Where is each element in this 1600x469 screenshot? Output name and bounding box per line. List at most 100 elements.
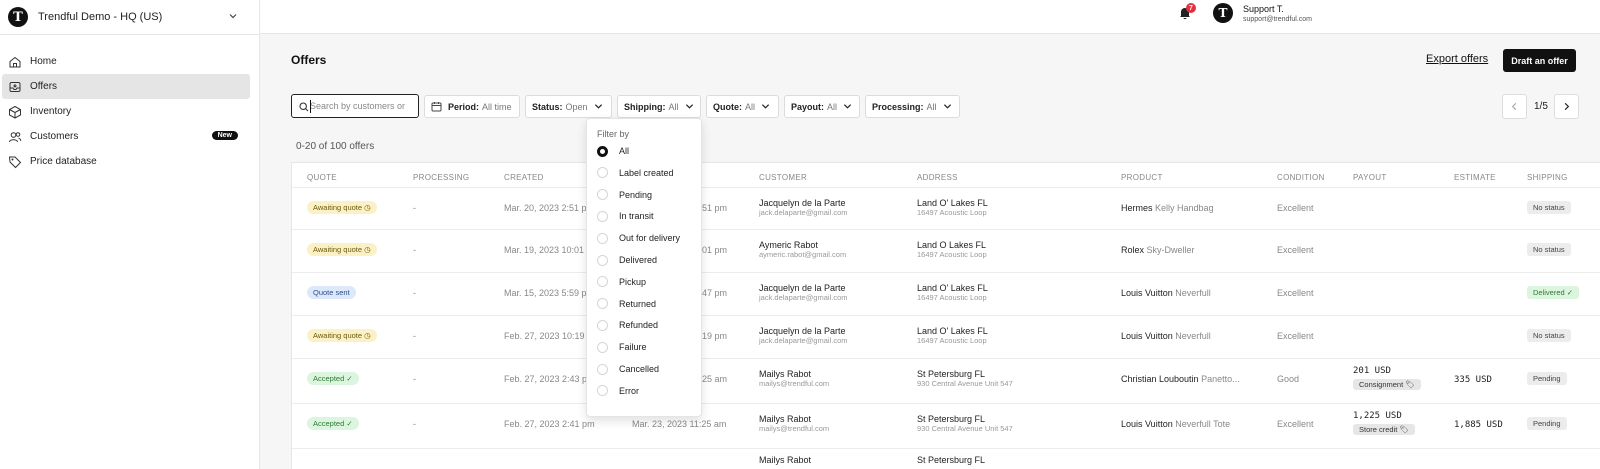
payout-amount: 201 USD (1353, 366, 1391, 376)
column-header[interactable]: ESTIMATE (1454, 173, 1496, 182)
sidebar-item-label: Customers (30, 131, 79, 142)
avatar[interactable]: T (1213, 3, 1233, 23)
export-offers-link[interactable]: Export offers (1426, 53, 1488, 65)
column-header[interactable]: QUOTE (307, 173, 337, 182)
sidebar-item-price-database[interactable]: Price database (2, 149, 250, 174)
dropdown-option[interactable]: Out for delivery (597, 231, 680, 245)
dropdown-option[interactable]: Delivered (597, 253, 657, 267)
filter-value: All (827, 101, 838, 112)
product-model: Neverfull (1175, 331, 1211, 341)
customer-name[interactable]: Mailys Rabot (759, 369, 829, 379)
column-header[interactable]: ADDRESS (917, 173, 958, 182)
chevron-down-icon (229, 14, 237, 19)
sidebar-item-label: Home (30, 56, 57, 67)
radio-button[interactable] (597, 167, 608, 179)
sidebar-item-offers[interactable]: Offers (2, 74, 250, 99)
radio-button[interactable] (597, 319, 608, 331)
payout-filter[interactable]: Payout: All (784, 95, 860, 118)
dropdown-option[interactable]: Pickup (597, 275, 646, 289)
sidebar-item-home[interactable]: Home (2, 49, 250, 74)
processing-filter[interactable]: Processing: All (865, 95, 960, 118)
dropdown-option[interactable]: Label created (597, 166, 674, 180)
customer-name[interactable]: Aymeric Rabot (759, 240, 846, 250)
table-row[interactable]: Quote sent - Mar. 15, 2023 5:59 p 47 pm Jacq… (292, 272, 1600, 316)
customer-name[interactable]: Mailys Rabot (759, 414, 829, 424)
workspace-logo: T (8, 7, 28, 27)
shipping-status-badge: Pending (1527, 372, 1567, 385)
shipping-filter[interactable]: Shipping: All (617, 95, 701, 118)
option-label: Pending (619, 189, 653, 200)
option-label: Refunded (619, 320, 659, 331)
table-row[interactable]: Awaiting quote ◷ - Mar. 20, 2023 2:51 p 51 … (292, 187, 1600, 231)
search-input[interactable] (310, 101, 418, 111)
dropdown-option[interactable]: Pending (597, 188, 652, 202)
quote-filter[interactable]: Quote: All (706, 95, 779, 118)
column-header[interactable]: PRODUCT (1121, 173, 1163, 182)
table-row[interactable]: Accepted ✓ - Feb. 27, 2023 2:43 p 25 am Mail… (292, 358, 1600, 402)
radio-button[interactable] (597, 210, 608, 222)
filter-label: Period: (448, 101, 480, 112)
period-filter[interactable]: Period: All time (424, 95, 520, 118)
radio-button[interactable] (597, 276, 608, 288)
dropdown-option[interactable]: All (597, 144, 629, 158)
chevron-down-icon (594, 104, 602, 109)
results-count: 0-20 of 100 offers (296, 141, 375, 152)
quote-status-badge: Accepted ✓ (307, 372, 359, 385)
product-model: Sky-Dweller (1146, 245, 1195, 255)
option-label: Label created (619, 167, 674, 178)
updated-date: 47 pm (702, 288, 728, 298)
customer-name[interactable]: Mailys Rabot (759, 455, 811, 465)
previous-page-button[interactable] (1502, 94, 1527, 119)
home-icon (9, 56, 21, 67)
table-row[interactable]: Accepted ✓ - Feb. 27, 2023 2:41 pm Mar. 23,… (292, 403, 1600, 447)
option-label: In transit (619, 211, 654, 222)
workspace-name: Trendful Demo - HQ (US) (38, 11, 163, 23)
customer-name[interactable]: Jacquelyn de la Parte (759, 198, 847, 208)
column-header[interactable]: CUSTOMER (759, 173, 807, 182)
radio-button[interactable] (597, 145, 608, 157)
column-header[interactable]: PROCESSING (413, 173, 469, 182)
customer-email: jack.delaparte@gmail.com (759, 293, 848, 302)
processing-value: - (413, 419, 416, 429)
status-filter[interactable]: Status: Open (525, 95, 612, 118)
dropdown-option[interactable]: Error (597, 384, 639, 398)
sidebar-nav: Home Offers Inventory Customers New Pric… (2, 49, 250, 174)
estimate-amount: 1,885 USD (1454, 420, 1503, 430)
quote-status-badge: Accepted ✓ (307, 417, 359, 430)
dropdown-option[interactable]: Returned (597, 297, 656, 311)
product-brand: Louis Vuitton (1121, 419, 1173, 429)
radio-button[interactable] (597, 363, 608, 375)
radio-button[interactable] (597, 298, 608, 310)
address-street: 16497 Acoustic Loop (917, 208, 987, 217)
filter-label: Quote: (713, 101, 742, 112)
notification-count-badge: 7 (1186, 3, 1196, 13)
radio-button[interactable] (597, 232, 608, 244)
column-header[interactable]: PAYOUT (1353, 173, 1387, 182)
sidebar-item-inventory[interactable]: Inventory (2, 99, 250, 124)
radio-button[interactable] (597, 254, 608, 266)
dropdown-option[interactable]: Failure (597, 340, 647, 354)
column-header[interactable]: CONDITION (1277, 173, 1325, 182)
product-model: Neverfull (1175, 288, 1211, 298)
customer-name[interactable]: Jacquelyn de la Parte (759, 283, 847, 293)
dropdown-option[interactable]: Cancelled (597, 362, 659, 376)
radio-button[interactable] (597, 189, 608, 201)
workspace-switcher[interactable]: T Trendful Demo - HQ (US) (8, 4, 248, 30)
sidebar-item-label: Offers (30, 81, 58, 92)
dropdown-option[interactable]: In transit (597, 209, 654, 223)
dropdown-option[interactable]: Refunded (597, 318, 658, 332)
table-row[interactable]: Awaiting quote ◷ - Mar. 19, 2023 10:01 01 p… (292, 229, 1600, 273)
shipping-filter-dropdown: Filter by All Label created Pending In tran… (586, 118, 702, 417)
product-brand: Rolex (1121, 245, 1145, 255)
table-row[interactable]: Mailys Rabot St Petersburg FL (292, 448, 1600, 469)
next-page-button[interactable] (1554, 94, 1579, 119)
radio-button[interactable] (597, 385, 608, 397)
draft-offer-button[interactable]: Draft an offer (1503, 49, 1576, 72)
customer-name[interactable]: Jacquelyn de la Parte (759, 326, 847, 336)
radio-button[interactable] (597, 341, 608, 353)
column-header[interactable]: CREATED (504, 173, 544, 182)
search-box[interactable] (291, 94, 419, 118)
column-header[interactable]: SHIPPING (1527, 173, 1568, 182)
sidebar-item-customers[interactable]: Customers New (2, 124, 250, 149)
table-row[interactable]: Awaiting quote ◷ - Feb. 27, 2023 10:19 19 p… (292, 315, 1600, 359)
